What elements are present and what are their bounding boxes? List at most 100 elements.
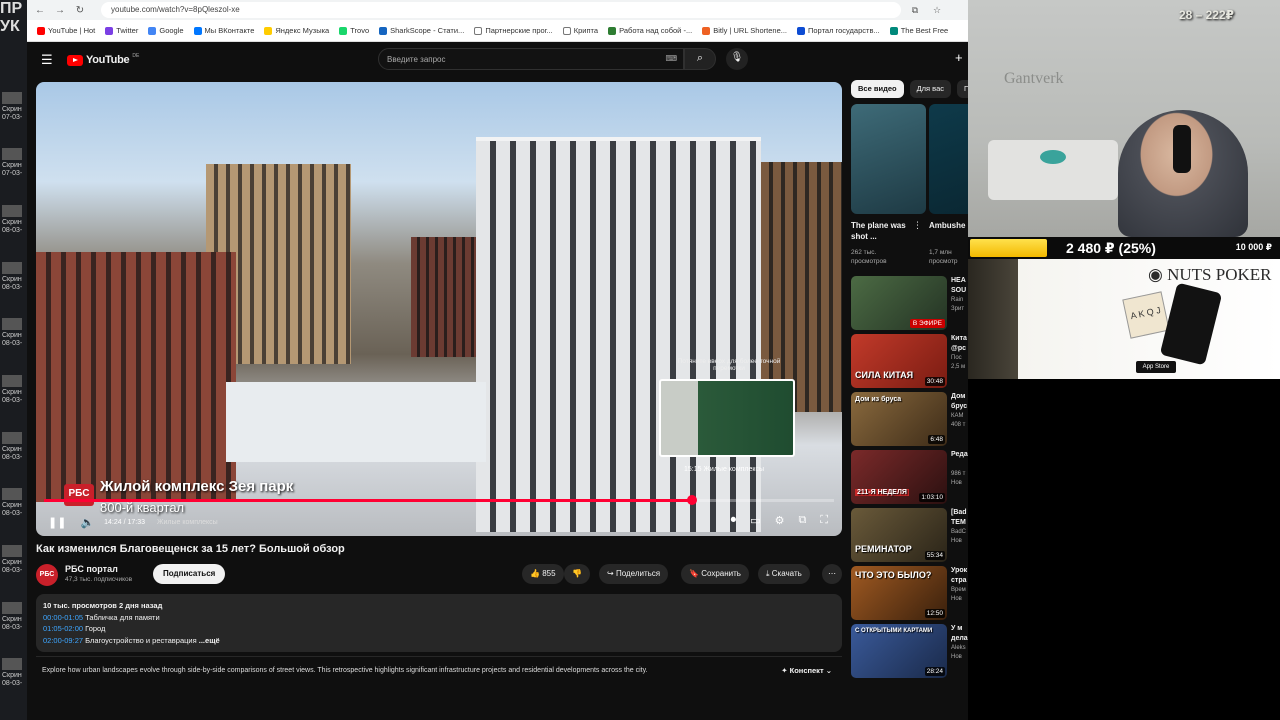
desktop-file-icon[interactable]: Скрин 08-03- — [2, 262, 24, 302]
chapter-timestamp[interactable]: 02:00-09:27 — [43, 636, 83, 645]
recommended-video[interactable]: СИЛА КИТАЯ 30:48 Кита @pc Пос 2,5 м — [851, 334, 968, 392]
chapter-timestamp[interactable]: 00:00-01:05 — [43, 613, 83, 622]
chip-more[interactable]: П — [957, 80, 968, 98]
fullscreen-icon[interactable]: ⛶ — [820, 514, 828, 527]
video-title: HEA SOU — [951, 277, 967, 294]
thumb-up-icon: 👍 — [530, 569, 540, 578]
seek-hint: Потяните вверх для более точной перемотк… — [677, 358, 781, 372]
more-vert-icon[interactable]: ⋮ — [913, 220, 922, 231]
forward-icon[interactable]: → — [53, 5, 67, 16]
youtube-logo[interactable]: YouTube DE — [67, 53, 139, 66]
recommended-video[interactable]: С ОТКРЫТЫМИ КАРТАМИ 28:24 У м дела Aleks Но… — [851, 624, 968, 682]
progress-scrubber[interactable] — [686, 495, 697, 505]
bookmark-item[interactable]: The Best Free — [889, 26, 948, 35]
bookmark-item[interactable]: Trovo — [339, 26, 369, 35]
recommended-video[interactable]: РЕМИНАТОР 55:34 [Bad ТЕМ BadC Нов — [851, 508, 968, 566]
donation-goal-bar: 2 480 ₽ (25%) 10 000 ₽ — [968, 237, 1280, 259]
description-box[interactable]: 10 тыс. просмотров 2 дня назад 00:00-01:… — [36, 594, 842, 652]
like-button[interactable]: 👍 855 — [522, 564, 564, 584]
desktop-file-icon[interactable]: Скрин 08-03- — [2, 375, 24, 415]
bookmark-folder[interactable]: Крипта — [562, 26, 598, 35]
desktop-file-icon[interactable]: Скрин 08-03- — [2, 318, 24, 358]
summary-toggle-button[interactable]: ✦ Конспект ⌄ — [781, 666, 832, 675]
bookmark-item[interactable]: Портал государств... — [797, 26, 880, 35]
bookmark-item[interactable]: SharkScope - Стати... — [379, 26, 464, 35]
subscribe-button[interactable]: Подписаться — [153, 564, 226, 584]
desktop-file-icon[interactable]: Скрин 08-03- — [2, 545, 24, 585]
shorts-shelf: The plane was shot ... ⋮ Ambushe 262 тыс… — [851, 104, 968, 276]
desktop-strip: ПР УК Скрин 07-03- Скрин 07-03- Скрин 08… — [0, 0, 27, 720]
chapter-timestamp[interactable]: 01:05-02:00 — [43, 624, 83, 633]
save-button[interactable]: 🔖 Сохранить — [681, 564, 749, 584]
share-button[interactable]: ↪ Поделиться — [599, 564, 669, 584]
bookmark-item[interactable]: Работа над собой -... — [608, 26, 692, 35]
bookmark-item[interactable]: Twitter — [105, 26, 138, 35]
video-thumbnail[interactable]: ЧТО ЭТО БЫЛО? 12:50 — [851, 566, 947, 620]
short-title[interactable]: The plane was shot ... — [851, 220, 913, 242]
bookmark-item[interactable]: Google — [148, 26, 184, 35]
menu-icon[interactable]: ☰ — [41, 52, 53, 68]
video-thumbnail[interactable]: СИЛА КИТАЯ 30:48 — [851, 334, 947, 388]
phone-image — [1159, 282, 1223, 366]
search-input[interactable]: Введите запрос ⌨ — [378, 48, 684, 70]
desktop-file-icon[interactable]: Скрин 08-03- — [2, 432, 24, 472]
video-thumbnail[interactable]: Дом из бруса 6:48 — [851, 392, 947, 446]
reload-icon[interactable]: ↻ — [73, 5, 87, 16]
bookmark-item[interactable]: Мы ВКонтакте — [193, 26, 254, 35]
video-thumbnail[interactable]: 211-Я НЕДЕЛЯ 1:03:10 — [851, 450, 947, 504]
recommended-video[interactable]: В ЭФИРЕ HEA SOU Rain Зрит — [851, 276, 968, 334]
chip-all[interactable]: Все видео — [851, 80, 904, 98]
subtitles-icon[interactable]: ▭ — [750, 514, 760, 527]
video-thumbnail[interactable]: С ОТКРЫТЫМИ КАРТАМИ 28:24 — [851, 624, 947, 678]
video-thumbnail[interactable]: В ЭФИРЕ — [851, 276, 947, 330]
recommended-video[interactable]: 211-Я НЕДЕЛЯ 1:03:10 Реда 986 т Нов — [851, 450, 968, 508]
bookmark-star-icon[interactable]: ☆ — [929, 5, 945, 16]
short-title[interactable]: Ambushe — [929, 220, 965, 231]
short-thumbnail[interactable] — [929, 104, 968, 214]
chapter-label[interactable]: Жилые комплексы — [157, 519, 218, 526]
mic-icon: 🎙 — [730, 52, 744, 63]
desktop-file-icon[interactable]: Скрин 08-03- — [2, 658, 24, 698]
duration-badge: 30:48 — [924, 377, 945, 386]
bookmark-item[interactable]: Bitly | URL Shortene... — [702, 26, 787, 35]
show-more-link[interactable]: ...ещё — [199, 636, 220, 645]
voice-search-button[interactable]: 🎙 — [726, 48, 748, 70]
volume-icon[interactable]: 🔈 — [80, 516, 94, 529]
short-thumbnail[interactable] — [851, 104, 926, 214]
download-button[interactable]: ⤓ Скачать — [758, 564, 810, 584]
bookmark-item[interactable]: Яндекс Музыка — [264, 26, 329, 35]
progress-fill — [44, 499, 692, 502]
filter-chips: Все видео Для вас П — [851, 80, 968, 98]
create-icon[interactable]: + — [955, 50, 963, 65]
dislike-button[interactable]: 👎 — [564, 564, 590, 584]
recommended-video[interactable]: ЧТО ЭТО БЫЛО? 12:50 Урок стра Врем Нов — [851, 566, 968, 624]
desktop-file-icon[interactable]: Скрин 07-03- — [2, 92, 24, 132]
extension-icon[interactable]: ⧉ — [907, 5, 923, 16]
channel-avatar[interactable]: РБС — [36, 564, 58, 586]
desktop-file-icon[interactable]: Скрин 08-03- — [2, 488, 24, 528]
video-meta: 986 т Нов — [951, 471, 966, 486]
bookmark-item[interactable]: YouTube | Hot — [37, 26, 95, 35]
video-thumbnail[interactable]: РЕМИНАТОР 55:34 — [851, 508, 947, 562]
desktop-title-part1: ПР — [0, 0, 23, 17]
video-player[interactable]: Потяните вверх для более точной перемотк… — [36, 82, 842, 536]
channel-name[interactable]: РБС портал — [65, 564, 118, 574]
desktop-file-icon[interactable]: Скрин 08-03- — [2, 205, 24, 245]
autoplay-toggle-icon[interactable]: ⏺ — [731, 514, 737, 527]
url-field[interactable]: youtube.com/watch?v=8pQleszol-xe — [101, 2, 901, 18]
search-button[interactable]: ⌕ — [684, 48, 716, 70]
pause-icon[interactable]: ❚❚ — [48, 516, 66, 529]
favicon-icon — [264, 26, 273, 35]
keyboard-icon[interactable]: ⌨ — [665, 54, 677, 63]
miniplayer-icon[interactable]: ⧉ — [798, 514, 806, 527]
back-icon[interactable]: ← — [33, 5, 47, 16]
chip-for-you[interactable]: Для вас — [909, 80, 951, 98]
more-actions-button[interactable]: ⋯ — [822, 564, 842, 584]
settings-icon[interactable]: ⚙ — [775, 514, 785, 527]
desktop-file-icon[interactable]: Скрин 08-03- — [2, 602, 24, 642]
bed-image — [988, 140, 1118, 200]
progress-bar[interactable] — [44, 495, 834, 505]
recommended-video[interactable]: Дом из бруса 6:48 Дом брус КАМ 408 т — [851, 392, 968, 450]
desktop-file-icon[interactable]: Скрин 07-03- — [2, 148, 24, 188]
bookmark-folder[interactable]: Партнерские прог... — [474, 26, 553, 35]
